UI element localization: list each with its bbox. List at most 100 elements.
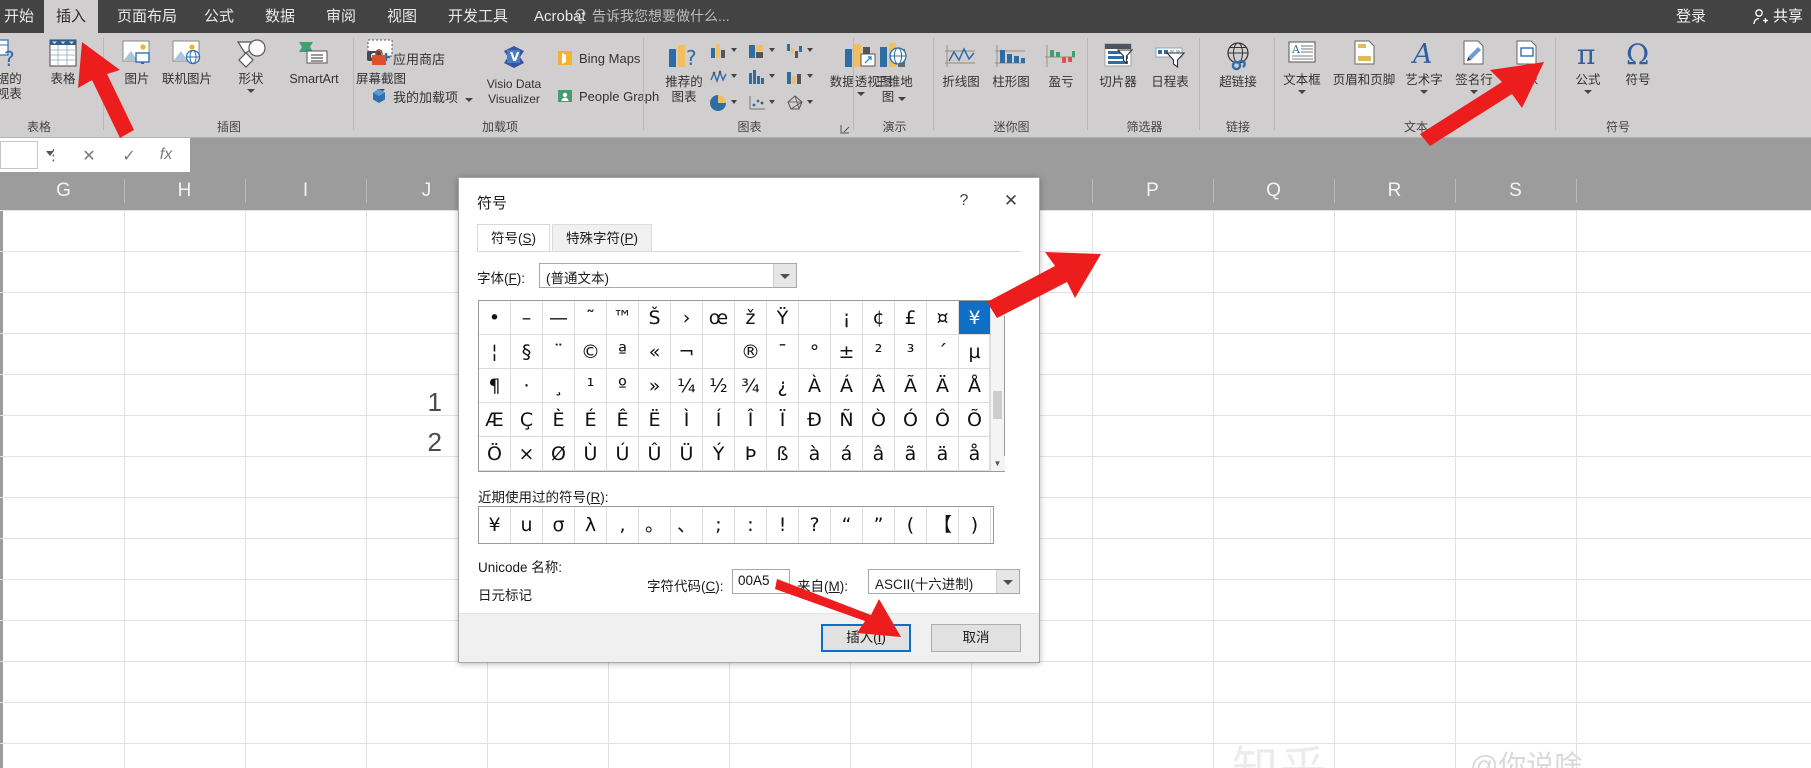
row-header-2[interactable]: 2 [412, 427, 442, 458]
ribbon-button-hierarchy-chart[interactable] [747, 39, 777, 63]
column-header-I[interactable]: I [245, 172, 366, 210]
recent-symbol-cell[interactable]: ; [703, 507, 735, 543]
ribbon-button-object[interactable]: 对象 [1500, 37, 1552, 88]
enter-formula-icon[interactable]: ✓ [118, 146, 140, 166]
symbol-cell[interactable]: â [863, 437, 895, 471]
chevron-down-icon[interactable] [898, 97, 907, 101]
symbol-cell[interactable]: « [639, 335, 671, 369]
ribbon-tab-start[interactable]: 开始 [0, 0, 46, 33]
ribbon-button-smartart[interactable]: SmartArt [276, 36, 352, 87]
char-code-input[interactable]: 00A5 [732, 569, 790, 594]
ribbon-button-slicer[interactable]: 切片器 [1093, 39, 1143, 90]
scroll-down-icon[interactable]: ▼ [990, 456, 1005, 471]
symbol-cell[interactable]: ß [767, 437, 799, 471]
ribbon-button-textbox[interactable]: A 文本框 [1274, 37, 1330, 94]
chevron-down-icon[interactable] [807, 100, 813, 104]
symbol-cell[interactable]: ã [895, 437, 927, 471]
ribbon-tab-insert[interactable]: 插入 [44, 0, 99, 33]
chevron-down-icon[interactable] [769, 48, 775, 52]
symbol-cell[interactable]: Ø [543, 437, 575, 471]
symbol-cell[interactable]: ¾ [735, 369, 767, 403]
symbol-cell[interactable]: ¦ [479, 335, 511, 369]
symbol-cell[interactable]: Ò [863, 403, 895, 437]
symbol-cell[interactable]: ± [831, 335, 863, 369]
ribbon-button-sparkline-column[interactable]: 柱形图 [987, 39, 1035, 90]
ribbon-tab-developer[interactable]: 开发工具 [436, 0, 520, 33]
tab-special-characters[interactable]: 特殊字符(P) [552, 224, 653, 251]
symbol-cell[interactable]: · [511, 369, 543, 403]
symbol-cell[interactable]: ™ [607, 301, 639, 335]
ribbon-button-pivot-table[interactable]: ? 数据的 透视表 [0, 36, 32, 102]
chevron-down-icon[interactable] [1584, 90, 1592, 94]
recent-symbols-grid[interactable]: ¥ u σ λ,。、;:!? “”(【) [478, 506, 994, 544]
symbol-cell[interactable]: ¶ [479, 369, 511, 403]
symbol-grid[interactable]: ▲ ▼ •–—˜™Š›œžŸ ¡¢£¤¥ ¦§¨©ª«¬­®¯°±²³´µ ¶·¸¹º… [478, 300, 1005, 472]
symbol-cell[interactable]: È [543, 403, 575, 437]
recent-symbol-cell[interactable]: λ [575, 507, 607, 543]
symbol-cell[interactable]: ­ [703, 335, 735, 369]
column-header-S[interactable]: S [1455, 172, 1576, 210]
ribbon-button-stock-chart[interactable] [709, 65, 739, 89]
ribbon-button-bing-maps[interactable]: Bing Maps [556, 47, 640, 69]
symbol-cell[interactable]: Â [863, 369, 895, 403]
insert-button[interactable]: 插入(I) [821, 624, 911, 652]
recent-symbol-cell[interactable]: : [735, 507, 767, 543]
chevron-down-icon[interactable] [807, 74, 813, 78]
symbol-cell[interactable]: Ù [575, 437, 607, 471]
symbol-cell[interactable]: ¹ [575, 369, 607, 403]
recent-symbol-cell[interactable]: 【 [927, 507, 959, 543]
ribbon-button-signature-line[interactable]: 签名行 [1448, 37, 1500, 94]
symbol-cell[interactable]: ¯ [767, 335, 799, 369]
ribbon-button-waterfall-chart[interactable] [785, 39, 815, 63]
symbol-cell[interactable]: › [671, 301, 703, 335]
chevron-down-icon[interactable] [247, 89, 255, 93]
symbol-cell[interactable]: ž [735, 301, 767, 335]
recent-symbol-cell[interactable]: σ [543, 507, 575, 543]
row-header-1[interactable]: 1 [412, 387, 442, 418]
symbol-cell[interactable]: Ô [927, 403, 959, 437]
chevron-down-icon[interactable] [731, 48, 737, 52]
ribbon-button-table[interactable]: 表格 [34, 36, 92, 87]
column-header-Q[interactable]: Q [1213, 172, 1334, 210]
symbol-cell[interactable]: ¿ [767, 369, 799, 403]
tell-me-search[interactable]: 告诉我您想要做什么... [592, 0, 730, 33]
symbol-cell[interactable]: ² [863, 335, 895, 369]
symbol-cell[interactable]: ¢ [863, 301, 895, 335]
column-header-R[interactable]: R [1334, 172, 1455, 210]
symbol-cell[interactable]: á [831, 437, 863, 471]
symbol-cell[interactable]: ¬ [671, 335, 703, 369]
ribbon-button-radar-chart[interactable] [785, 91, 815, 115]
symbol-cell[interactable]: ¸ [543, 369, 575, 403]
symbol-cell[interactable]: ˜ [575, 301, 607, 335]
ribbon-button-3d-map[interactable]: 三维地 图 [865, 39, 923, 105]
chevron-down-icon[interactable] [773, 264, 796, 287]
symbol-cell[interactable]: ³ [895, 335, 927, 369]
symbol-cell[interactable]: ¼ [671, 369, 703, 403]
symbol-cell[interactable]: Ë [639, 403, 671, 437]
symbol-cell[interactable]: Š [639, 301, 671, 335]
ribbon-button-online-picture[interactable]: 联机图片 [158, 36, 216, 87]
ribbon-button-timeline[interactable]: 日程表 [1145, 39, 1195, 90]
cancel-formula-icon[interactable]: ✕ [78, 146, 100, 166]
symbol-cell[interactable]: à [799, 437, 831, 471]
ribbon-tab-data[interactable]: 数据 [253, 0, 307, 33]
symbol-grid-scrollbar[interactable]: ▲ ▼ [989, 301, 1005, 471]
symbol-cell[interactable]: À [799, 369, 831, 403]
symbol-cell[interactable]: Æ [479, 403, 511, 437]
symbol-cell[interactable]: × [511, 437, 543, 471]
symbol-cell[interactable]: Ñ [831, 403, 863, 437]
charts-dialog-launcher[interactable] [840, 124, 850, 134]
symbol-cell[interactable]: Ã [895, 369, 927, 403]
ribbon-tab-page-layout[interactable]: 页面布局 [105, 0, 189, 33]
chevron-down-icon[interactable] [1298, 90, 1306, 94]
symbol-cell[interactable]: Õ [959, 403, 991, 437]
symbol-cell[interactable]: Á [831, 369, 863, 403]
symbol-cell[interactable]: µ [959, 335, 991, 369]
symbol-cell[interactable]: Í [703, 403, 735, 437]
share-button[interactable]: 共享 [1749, 0, 1803, 33]
recent-symbol-cell[interactable]: 。 [639, 507, 671, 543]
font-select[interactable]: (普通文本) [539, 263, 797, 288]
symbol-cell[interactable]: Û [639, 437, 671, 471]
column-header-P[interactable]: P [1092, 172, 1213, 210]
help-icon[interactable]: ? [947, 187, 981, 215]
